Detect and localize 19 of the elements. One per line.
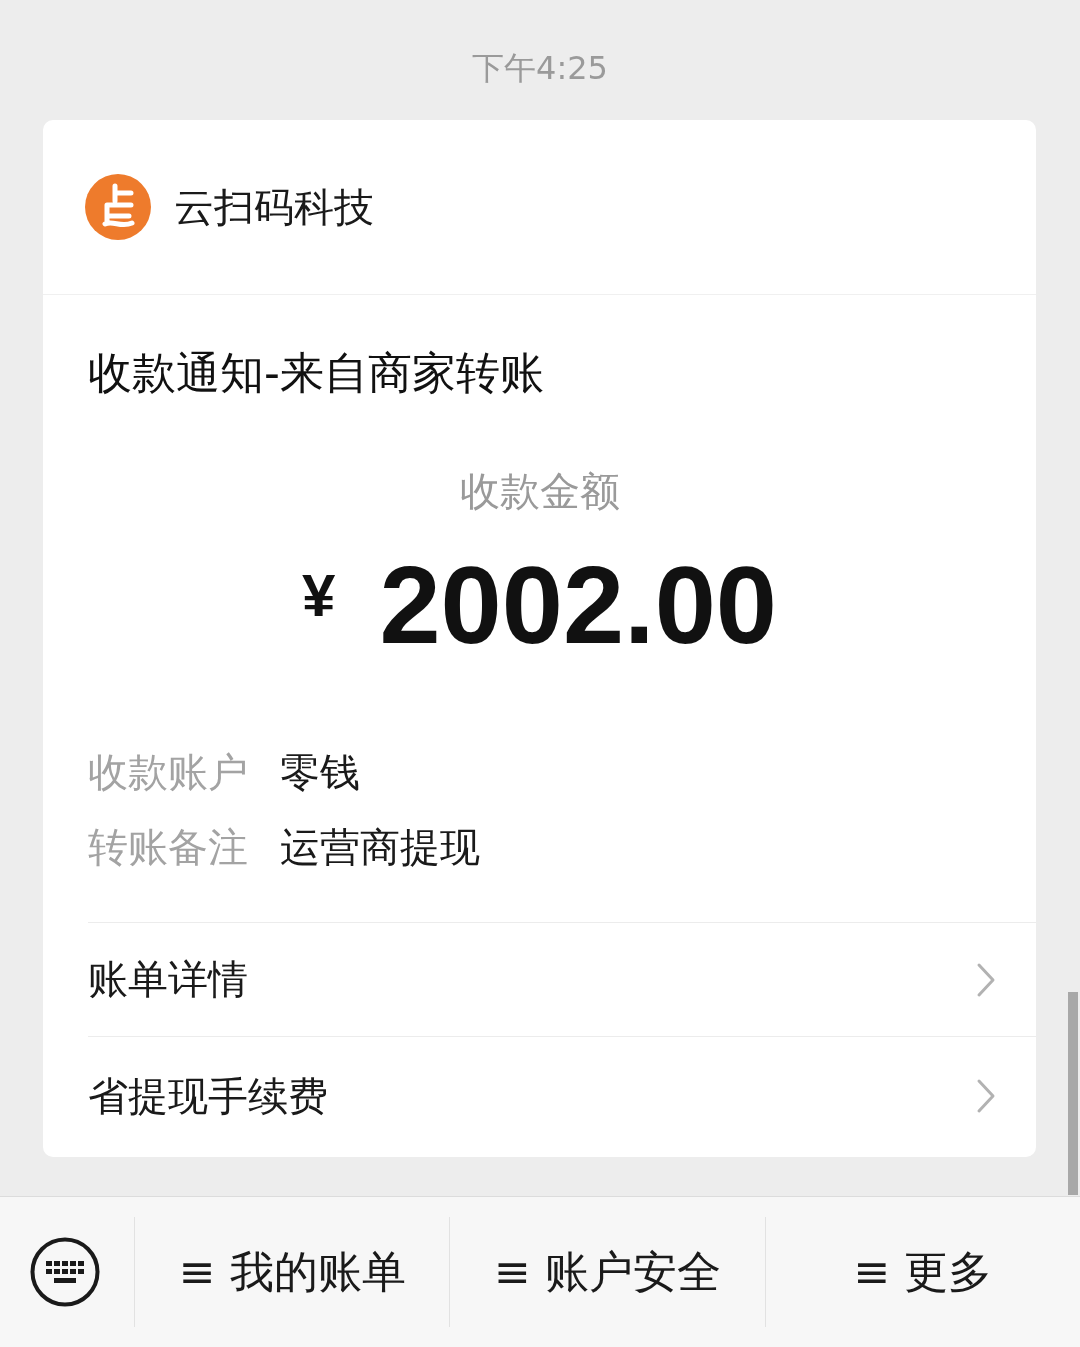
detail-label: 收款账户 <box>88 748 248 797</box>
detail-value: 运营商提现 <box>280 823 480 872</box>
menu-button[interactable]: ≡ 我的账单 <box>134 1217 450 1327</box>
currency-symbol: ¥ <box>302 561 336 631</box>
notification-title: 收款通知-来自商家转账 <box>88 346 545 400</box>
message-timestamp: 下午4:25 <box>472 48 608 88</box>
detail-label: 转账备注 <box>88 823 248 872</box>
menu-button[interactable]: ≡ 更多 <box>764 1217 1080 1327</box>
sender-name: 云扫码科技 <box>174 183 374 232</box>
chevron-icon <box>976 1078 996 1114</box>
menu-button[interactable]: ≡ 账户安全 <box>449 1217 765 1327</box>
amount-label: 收款金额 <box>459 467 620 516</box>
logo-icon <box>85 174 151 240</box>
keyboard-icon[interactable] <box>30 1237 100 1307</box>
amount-value: 2002.00 <box>379 558 777 652</box>
detail-value: 零钱 <box>280 748 360 797</box>
link-row[interactable]: 省提现手续费 <box>88 1036 1036 1155</box>
chevron-icon <box>976 961 996 998</box>
link-row[interactable]: 账单详情 <box>88 922 1036 1036</box>
